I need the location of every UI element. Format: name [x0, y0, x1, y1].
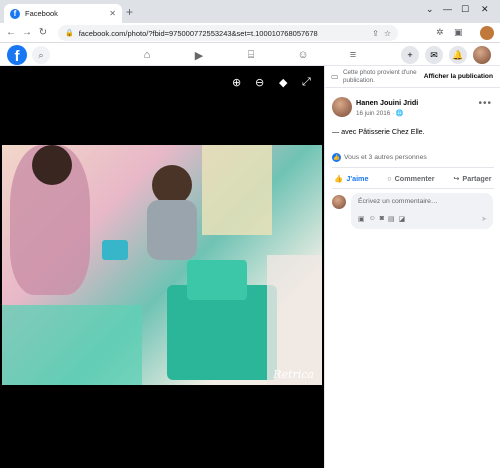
send-icon[interactable]: ➤: [481, 215, 487, 223]
like-reaction-icon: 👍: [332, 153, 341, 162]
messenger-icon[interactable]: ✉: [425, 46, 443, 64]
photo-region-boy-head: [152, 165, 192, 205]
divider: [332, 167, 494, 168]
reactions-summary[interactable]: 👍 Vous et 3 autres personnes: [332, 153, 427, 162]
share-button[interactable]: ↪ Partager: [453, 174, 491, 183]
post-info-icon: ▭: [331, 72, 339, 81]
search-icon[interactable]: ⌕: [32, 46, 50, 64]
reload-button[interactable]: ↻: [35, 27, 51, 38]
side-panel-icon[interactable]: ▣: [454, 27, 463, 38]
globe-icon: 🌐: [395, 110, 404, 117]
facebook-topbar: f ⌕ ⌂ ▶ ⌸ ☺ ≡ + ✉ 🔔: [0, 44, 500, 66]
url-text[interactable]: facebook.com/photo/?fbid=975000772553243…: [79, 29, 367, 38]
camera-icon[interactable]: ◙: [380, 215, 384, 223]
divider: [332, 188, 494, 189]
tab-search-icon[interactable]: ⌄: [426, 4, 434, 15]
profile-avatar[interactable]: [480, 26, 494, 40]
comment-bubble-icon: ○: [387, 173, 392, 183]
forward-button[interactable]: →: [19, 27, 35, 38]
post-caption: — avec Pâtisserie Chez Elle.: [332, 127, 425, 136]
watch-icon[interactable]: ▶: [191, 47, 207, 63]
author-name[interactable]: Hanen Jouini Jridi: [356, 98, 418, 107]
tab-title: Facebook: [25, 9, 58, 18]
gif-icon[interactable]: ▤: [388, 215, 395, 223]
notifications-bell-icon[interactable]: 🔔: [449, 46, 467, 64]
thumbs-up-icon: 👍: [334, 173, 344, 183]
emoji-icon[interactable]: ☺: [369, 215, 376, 223]
zoom-in-icon[interactable]: ⊕: [232, 76, 241, 89]
comment-tools: ▣ ☺ ◙ ▤ ◪: [358, 215, 405, 223]
account-avatar[interactable]: [473, 46, 491, 64]
marketplace-icon[interactable]: ⌸: [243, 47, 259, 63]
comment-placeholder[interactable]: Écrivez un commentaire…: [358, 198, 438, 205]
photo-region-hair: [32, 145, 72, 185]
fullscreen-icon[interactable]: ⤢: [302, 76, 311, 89]
commenter-avatar[interactable]: [332, 195, 346, 209]
retrica-watermark: Retrica: [273, 368, 314, 381]
address-bar[interactable]: 🔒 facebook.com/photo/?fbid=9750007725532…: [58, 25, 398, 41]
comment-input[interactable]: Écrivez un commentaire… ▣ ☺ ◙ ▤ ◪ ➤: [351, 193, 493, 229]
facebook-logo[interactable]: f: [7, 45, 27, 65]
bookmark-star-icon[interactable]: ☆: [384, 29, 391, 38]
photo-region-gift: [102, 240, 128, 260]
groups-icon[interactable]: ☺: [295, 47, 311, 63]
tab-close-icon[interactable]: ✕: [109, 9, 116, 18]
comment-button[interactable]: ○ Commenter: [387, 174, 434, 183]
new-tab-button[interactable]: +: [126, 5, 133, 19]
lock-icon: 🔒: [65, 30, 74, 37]
post-date[interactable]: 16 juin 2016 · 🌐: [356, 109, 404, 117]
like-button[interactable]: 👍 J'aime: [334, 174, 368, 183]
photo-region-boy-shirt: [147, 200, 197, 260]
publication-notice: ▭ Cette photo provient d'une publication…: [325, 66, 500, 88]
photo-region-adult: [202, 145, 272, 235]
browser-tab[interactable]: f Facebook ✕: [4, 4, 122, 23]
photo-image[interactable]: Retrica: [2, 145, 322, 385]
menu-icon[interactable]: ≡: [345, 47, 361, 63]
more-options-icon[interactable]: •••: [478, 98, 492, 109]
photo-region-table: [2, 305, 142, 385]
photo-viewer: ⊕ ⊖ ◆ ⤢ Retrica: [0, 66, 324, 468]
tag-icon[interactable]: ◆: [279, 76, 287, 89]
back-button[interactable]: ←: [3, 27, 19, 38]
browser-toolbar: ← → ↻ 🔒 facebook.com/photo/?fbid=9750007…: [0, 23, 500, 43]
minimize-button[interactable]: —: [443, 4, 452, 14]
home-icon[interactable]: ⌂: [139, 47, 155, 63]
maximize-button[interactable]: ☐: [461, 4, 469, 15]
browser-tabstrip: f Facebook ✕ + ⌄ — ☐ ✕: [0, 0, 500, 23]
notice-text: Cette photo provient d'une publication.: [343, 69, 417, 84]
avatar-sticker-icon[interactable]: ▣: [358, 215, 365, 223]
reactions-text[interactable]: Vous et 3 autres personnes: [344, 154, 427, 161]
photo-region-cups: [267, 255, 322, 385]
photo-region-cake-top: [187, 260, 247, 300]
share-arrow-icon: ↪: [453, 173, 460, 183]
facebook-favicon-icon: f: [10, 8, 20, 19]
create-plus-icon[interactable]: +: [401, 46, 419, 64]
window-close-button[interactable]: ✕: [481, 4, 489, 15]
share-icon[interactable]: ⇪: [372, 29, 379, 38]
zoom-out-icon[interactable]: ⊖: [255, 76, 264, 89]
sticker-icon[interactable]: ◪: [399, 215, 406, 223]
author-avatar[interactable]: [332, 97, 352, 117]
post-actions: 👍 J'aime ○ Commenter ↪ Partager: [325, 170, 500, 186]
photo-info-panel: ▭ Cette photo provient d'une publication…: [324, 66, 500, 468]
extensions-icon[interactable]: ✲: [436, 27, 444, 38]
view-publication-link[interactable]: Afficher la publication: [424, 73, 493, 80]
